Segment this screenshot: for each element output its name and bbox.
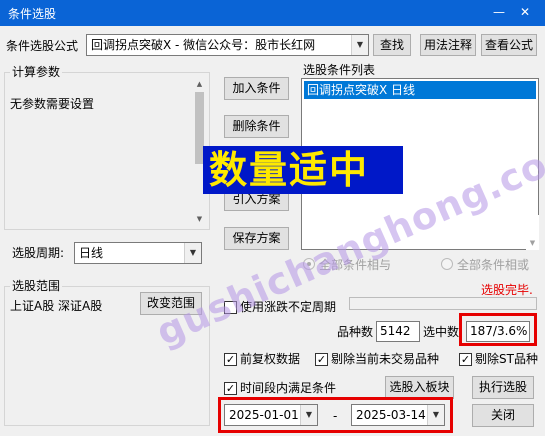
- radio-or-label: 全部条件相或: [457, 258, 530, 272]
- chevron-down-icon[interactable]: ▼: [351, 35, 368, 55]
- count-label: 品种数: [337, 325, 374, 339]
- formula-label: 条件选股公式: [6, 39, 79, 53]
- list-item[interactable]: 回调拐点突破X 日线: [304, 81, 536, 99]
- scope-group-title: 选股范围: [10, 279, 63, 293]
- formula-select-value: 回调拐点突破X - 微信公众号：股市长红网: [91, 38, 316, 52]
- exclude-st-label: 剔除ST品种: [475, 352, 538, 366]
- radio-or[interactable]: [441, 258, 453, 270]
- chevron-down-icon[interactable]: ▼: [184, 243, 201, 263]
- params-group-title: 计算参数: [10, 65, 63, 79]
- view-formula-button[interactable]: 查看公式: [481, 34, 537, 56]
- exclude-st-checkbox[interactable]: ✓: [459, 353, 472, 366]
- close-icon[interactable]: ✕: [517, 4, 533, 20]
- add-to-block-button[interactable]: 选股入板块: [385, 376, 454, 399]
- conditions-scrollbar[interactable]: ▼: [526, 215, 539, 250]
- save-plan-button[interactable]: 保存方案: [224, 227, 289, 250]
- minimize-icon[interactable]: —: [491, 4, 507, 20]
- params-text: 无参数需要设置: [10, 97, 95, 111]
- title-bar: 条件选股 — ✕: [0, 0, 545, 26]
- usage-button[interactable]: 用法注释: [420, 34, 476, 56]
- caption-text: 数量适中: [209, 148, 370, 192]
- highlight-date-box: [218, 397, 453, 433]
- scope-text: 上证A股 深证A股: [10, 299, 103, 313]
- scroll-up-icon[interactable]: ▲: [193, 78, 206, 91]
- status-text: 选股完毕.: [481, 283, 533, 297]
- scroll-down-icon[interactable]: ▼: [526, 237, 539, 250]
- scroll-down-icon[interactable]: ▼: [193, 213, 206, 226]
- close-button[interactable]: 关闭: [472, 404, 534, 427]
- adjusted-data-checkbox[interactable]: ✓: [224, 353, 237, 366]
- highlight-selected-box: [459, 313, 537, 346]
- time-range-checkbox[interactable]: ✓: [224, 382, 237, 395]
- execute-button[interactable]: 执行选股: [472, 376, 534, 399]
- selected-count-label: 选中数: [423, 325, 460, 339]
- exclude-untraded-label: 剔除当前未交易品种: [331, 352, 440, 366]
- count-value: 5142: [376, 321, 420, 342]
- period-select-value: 日线: [79, 246, 104, 260]
- delete-condition-button[interactable]: 删除条件: [224, 115, 289, 138]
- formula-select[interactable]: 回调拐点突破X - 微信公众号：股市长红网 ▼: [86, 34, 369, 56]
- time-range-label: 时间段内满足条件: [240, 381, 337, 395]
- progress-bar: [349, 297, 537, 310]
- add-condition-button[interactable]: 加入条件: [224, 77, 289, 100]
- adjusted-data-label: 前复权数据: [240, 352, 301, 366]
- conditions-title: 选股条件列表: [303, 63, 376, 77]
- caption-overlay: 数量适中: [203, 146, 403, 194]
- period-label: 选股周期:: [12, 246, 65, 260]
- find-button[interactable]: 查找: [373, 34, 411, 56]
- window-title: 条件选股: [8, 7, 57, 21]
- period-select[interactable]: 日线 ▼: [74, 242, 202, 264]
- exclude-untraded-checkbox[interactable]: ✓: [315, 353, 328, 366]
